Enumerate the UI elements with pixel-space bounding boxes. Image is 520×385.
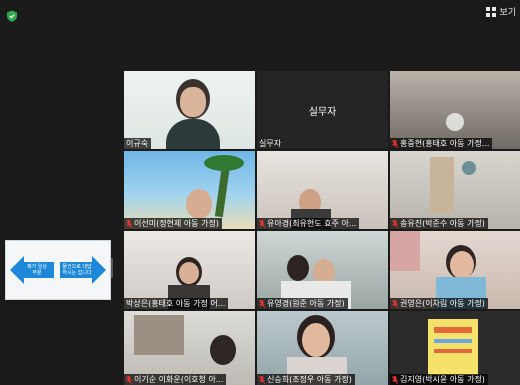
participant-tile[interactable]: 이기순 이화운(이호청 아... (124, 311, 255, 385)
view-button[interactable]: 보기 (486, 5, 516, 18)
participant-name: 이규숙 (124, 138, 152, 149)
top-bar: 보기 (0, 0, 520, 24)
share-right-text: 물건으로 대답 하시는 겁니다 (62, 264, 92, 276)
participant-name: 실무자 (259, 139, 282, 148)
participant-tile[interactable]: 이규숙 (124, 71, 255, 149)
muted-mic-icon (392, 219, 398, 228)
participant-name: 유영경(원준 아동 가정) (257, 298, 348, 309)
participant-tile[interactable]: 권영은(이차림 아동 가정) (390, 231, 520, 309)
participant-tile[interactable]: 송유진(박준수 아동 가정) (390, 151, 520, 229)
participant-name: 박상은(홍태호 아동 가정 어... (124, 298, 229, 309)
muted-mic-icon (392, 375, 398, 384)
participant-center-name: 실무자 (308, 107, 337, 118)
participant-name: 홍중현(홍태호 아동 가정... (390, 138, 493, 149)
participant-tile[interactable]: 홍중현(홍태호 아동 가정... (390, 71, 520, 149)
shared-screen-thumbnail[interactable]: 제가 일상 부분 물건으로 대답 하시는 겁니다 (5, 240, 111, 300)
participant-name: 유아경(최유현도 효주 아... (257, 218, 360, 229)
participant-name: 송유진(박준수 아동 가정) (390, 218, 488, 229)
participant-tile[interactable]: 박상은(홍태호 아동 가정 어... (124, 231, 255, 309)
participant-tile[interactable]: 유영경(원준 아동 가정) (257, 231, 388, 309)
participant-name: 권영은(이차림 아동 가정) (390, 298, 488, 309)
participant-gallery: 이규숙 실무자 실무자 홍중현(홍태호 아동 가정... 이선미(정현제 아동 … (124, 71, 520, 385)
participant-tile[interactable]: 신승희(조정우 아동 가정) (257, 311, 388, 385)
participant-name: 이기순 이화운(이호청 아... (124, 374, 227, 385)
participant-tile[interactable]: 이선미(정현제 아동 가정) (124, 151, 255, 229)
view-label: 보기 (499, 8, 516, 18)
muted-mic-icon (126, 219, 132, 228)
participant-name: 이선미(정현제 아동 가정) (124, 218, 222, 229)
participant-name: 신승희(조정우 아동 가정) (257, 374, 355, 385)
muted-mic-icon (126, 375, 132, 384)
muted-mic-icon (259, 299, 265, 308)
panel-resize-handle[interactable] (111, 258, 113, 278)
participant-tile[interactable]: 실무자 실무자 (257, 71, 388, 149)
grid-view-icon (486, 6, 497, 17)
participant-name: 김지영(박시윤 아동 가정) (390, 374, 488, 385)
share-left-text: 제가 일상 부분 (27, 264, 47, 276)
security-shield-icon[interactable] (6, 7, 18, 22)
participant-tile[interactable]: 유아경(최유현도 효주 아... (257, 151, 388, 229)
muted-mic-icon (392, 139, 398, 148)
participant-tile[interactable]: 김지영(박시윤 아동 가정) (390, 311, 520, 385)
muted-mic-icon (259, 375, 265, 384)
muted-mic-icon (259, 219, 265, 228)
muted-mic-icon (392, 299, 398, 308)
